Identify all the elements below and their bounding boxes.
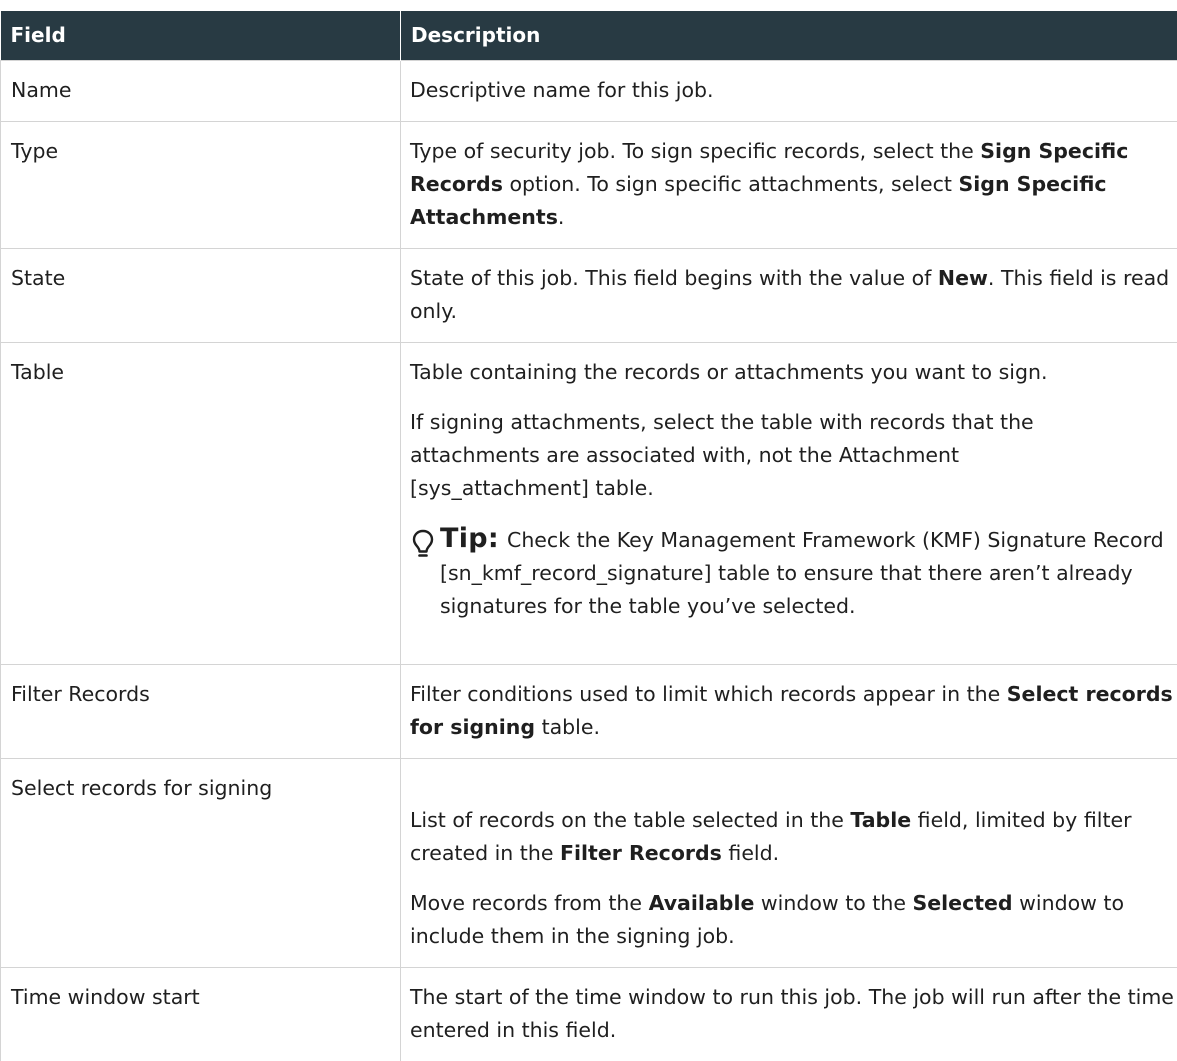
description-table: Table containing the records or attachme…	[400, 341, 1177, 664]
table-row: Time window start The start of the time …	[0, 966, 1177, 1061]
tip-note: Tip: Check the Key Management Framework (…	[410, 522, 1177, 623]
description-name: Descriptive name for this job.	[400, 59, 1177, 121]
table-row: Table Table containing the records or at…	[0, 341, 1177, 664]
desc-text: .	[557, 204, 565, 229]
value-new: New	[937, 265, 988, 290]
description-state: State of this job. This field begins wit…	[400, 247, 1177, 342]
desc-text: Type of security job. To sign specific r…	[410, 138, 981, 163]
field-type: Type	[0, 120, 401, 248]
field-name: Name	[0, 59, 401, 121]
description-time-window-start: The start of the time window to run this…	[400, 966, 1177, 1061]
ref-filter-records: Filter Records	[559, 840, 722, 865]
tip-text: Check the Key Management Framework (KMF)…	[440, 527, 1164, 618]
ref-available: Available	[648, 890, 755, 915]
desc-text: window to the	[754, 890, 913, 915]
lightbulb-icon	[412, 529, 434, 557]
description-filter-records: Filter conditions used to limit which re…	[400, 663, 1177, 758]
desc-text: option. To sign specific attachments, se…	[502, 171, 959, 196]
fields-table: Field Description Name Descriptive name …	[0, 11, 1177, 1061]
desc-paragraph: If signing attachments, select the table…	[410, 409, 1034, 500]
ref-table: Table	[850, 807, 912, 832]
field-state: State	[0, 247, 401, 342]
header-row: Field Description	[0, 11, 1177, 60]
desc-text: Move records from the	[410, 890, 649, 915]
field-table: Table	[0, 341, 401, 664]
description-type: Type of security job. To sign specific r…	[400, 120, 1177, 248]
description-select-records: List of records on the table selected in…	[400, 757, 1177, 967]
desc-text: table.	[535, 714, 601, 739]
field-time-window-start: Time window start	[0, 966, 401, 1061]
table-row: Type Type of security job. To sign speci…	[0, 120, 1177, 248]
table-row: Name Descriptive name for this job.	[0, 59, 1177, 121]
desc-text: Filter conditions used to limit which re…	[410, 681, 1007, 706]
table-row: Filter Records Filter conditions used to…	[0, 663, 1177, 758]
desc-text: field.	[721, 840, 780, 865]
tip-label: Tip:	[440, 522, 499, 554]
field-filter-records: Filter Records	[0, 663, 401, 758]
desc-text: List of records on the table selected in…	[410, 807, 851, 832]
desc-paragraph: Table containing the records or attachme…	[410, 359, 1048, 384]
field-select-records: Select records for signing	[0, 757, 401, 967]
desc-text: State of this job. This field begins wit…	[410, 265, 938, 290]
table-row: Select records for signing List of recor…	[0, 757, 1177, 967]
desc-text: The start of the time window to run this…	[410, 984, 1174, 1042]
header-field: Field	[0, 11, 401, 60]
table-row: State State of this job. This field begi…	[0, 247, 1177, 342]
header-description: Description	[400, 11, 1177, 60]
desc-text: Descriptive name for this job.	[410, 77, 714, 102]
ref-selected: Selected	[912, 890, 1013, 915]
